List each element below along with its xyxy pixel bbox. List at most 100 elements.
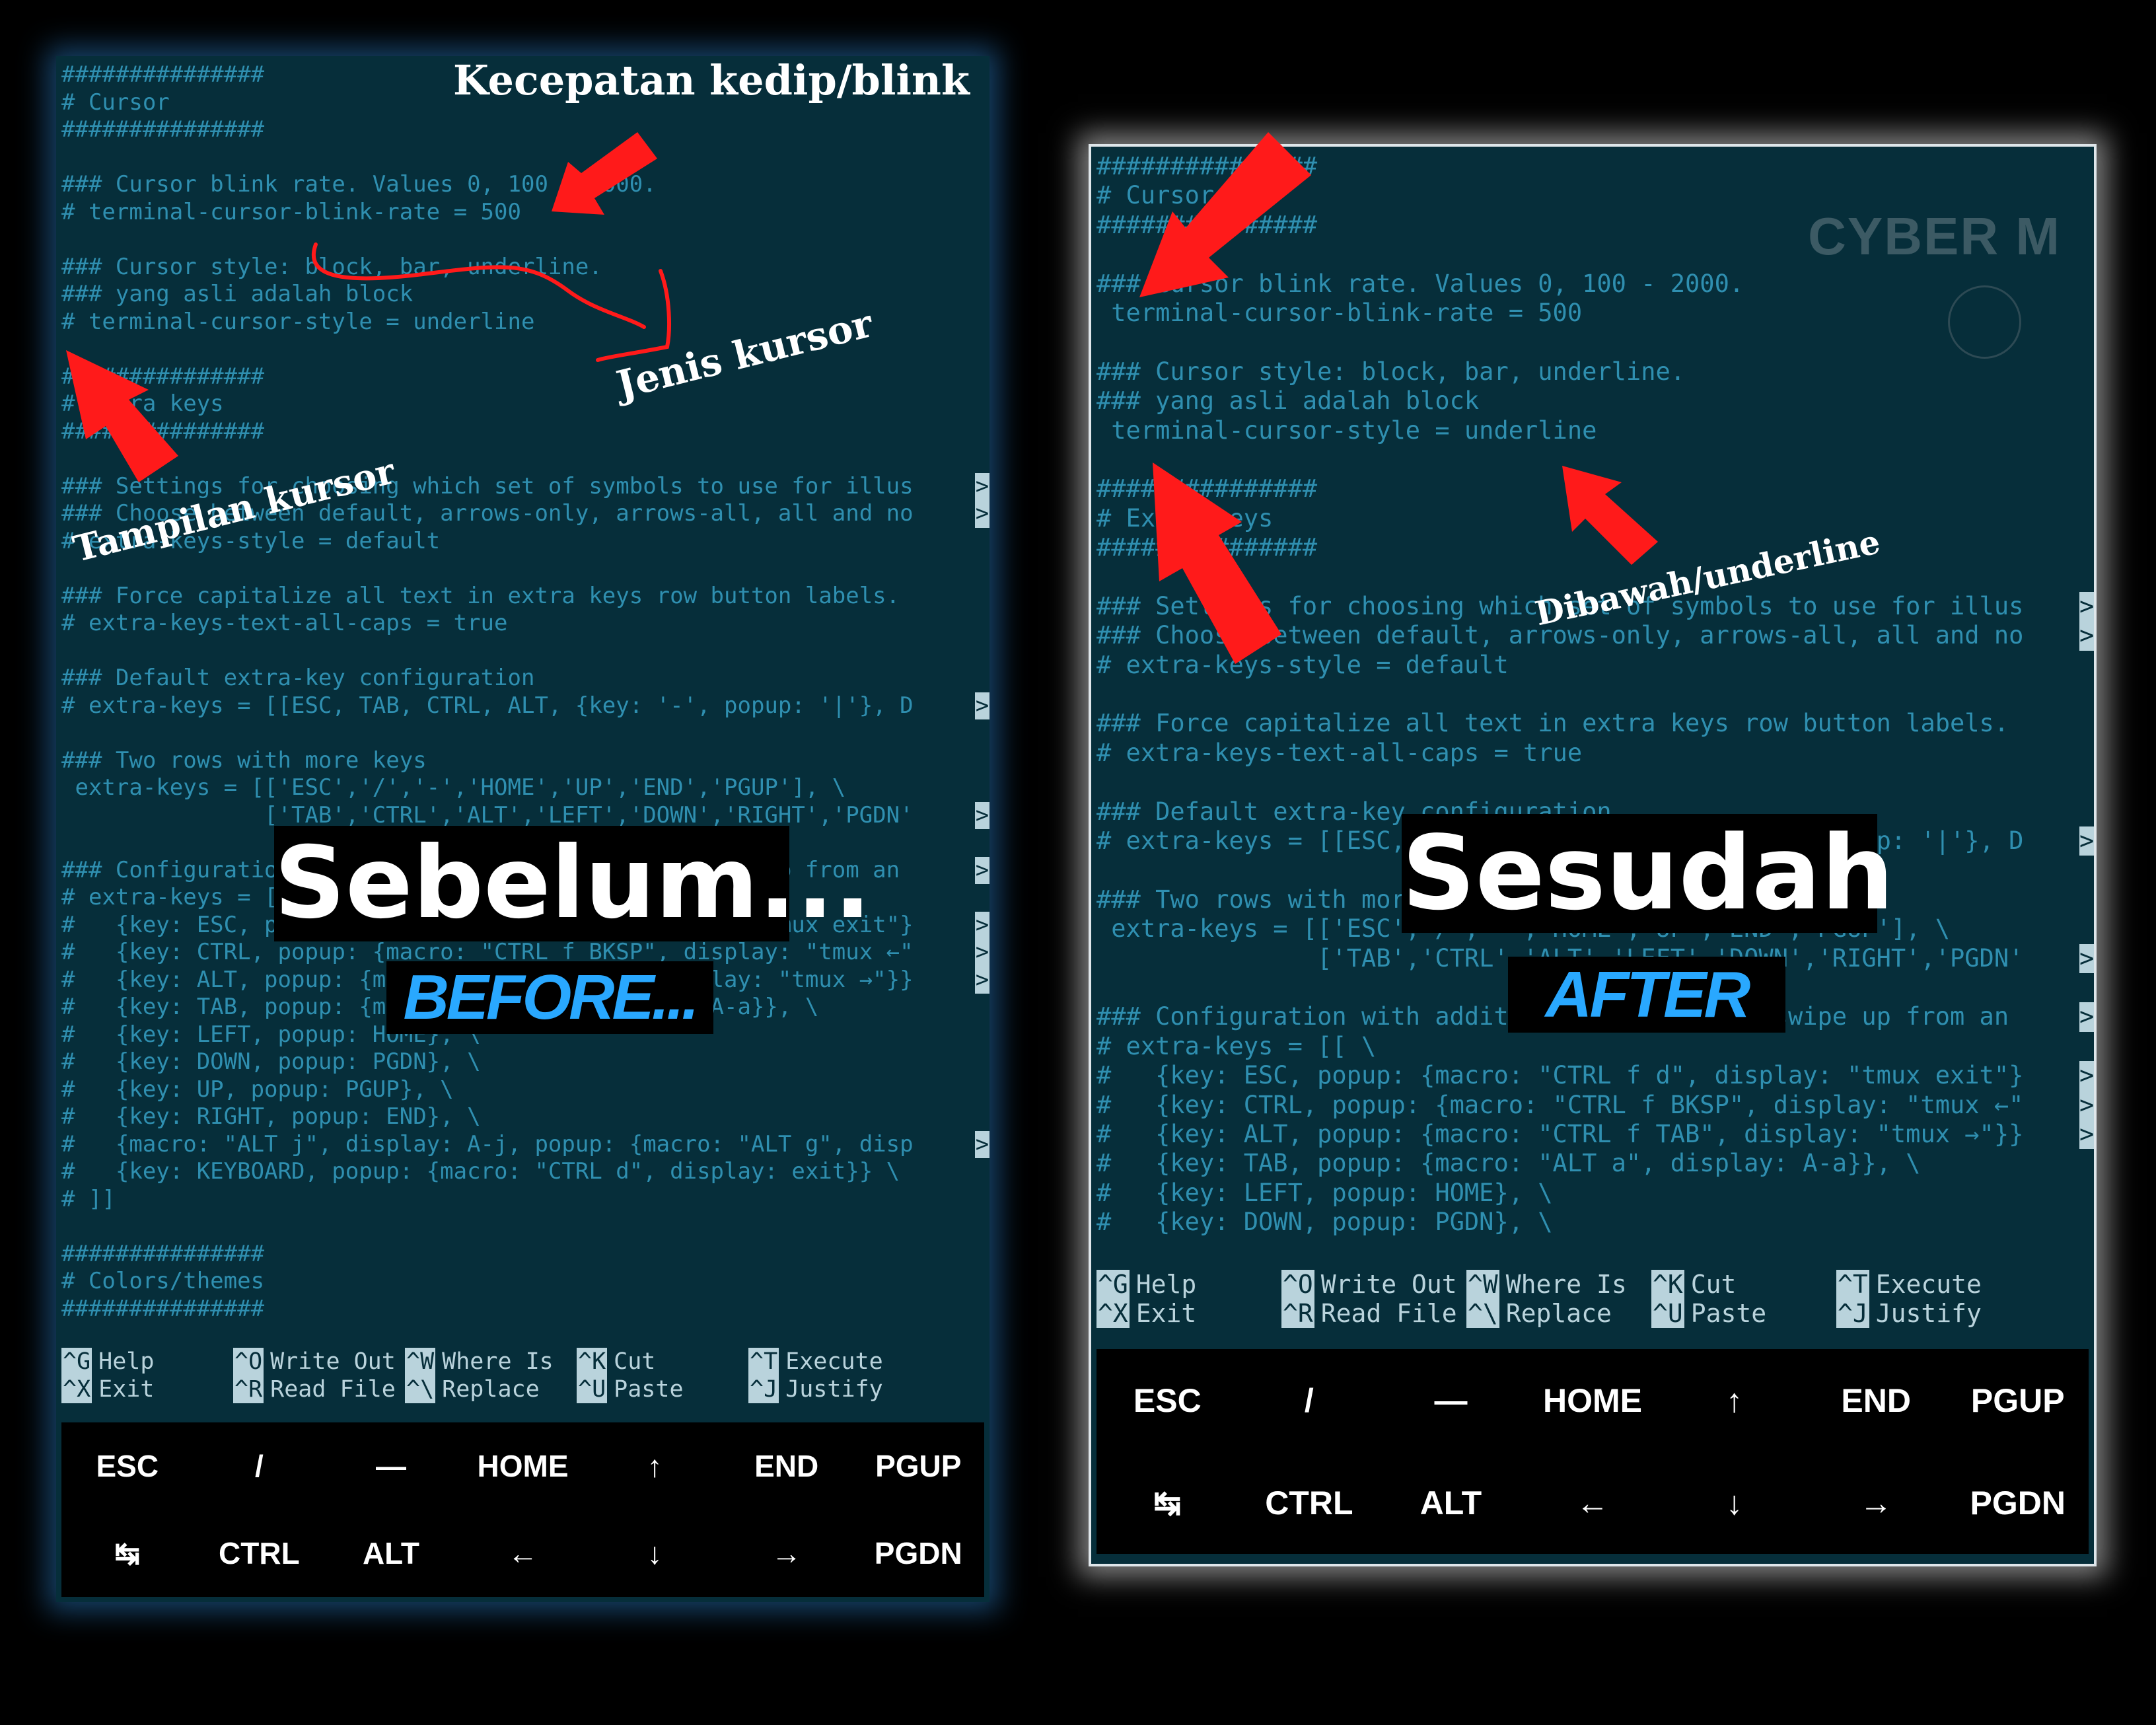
shortcut-label: Execute — [1875, 1270, 1982, 1299]
extra-key-button[interactable]: ↹ — [1096, 1484, 1239, 1522]
code-line: # {key: DOWN, popup: PGDN}, \ — [1096, 1208, 2094, 1237]
line-truncated-marker: > — [975, 801, 989, 829]
line-truncated-marker: > — [975, 692, 989, 719]
before-sublabel: BEFORE... — [386, 961, 713, 1034]
code-line-text: # Extra keys — [1096, 503, 1274, 532]
extra-key-button[interactable]: — — [1380, 1381, 1522, 1420]
code-line-text: ### Cursor style: block, bar, underline. — [61, 253, 602, 280]
extra-key-button[interactable]: PGDN — [1947, 1484, 2089, 1522]
code-line-text: # {key: ALT, popup: {macro: "CTRL f TAB"… — [1096, 1119, 2024, 1148]
extra-key-button[interactable]: PGUP — [1947, 1381, 2089, 1420]
watermark-circle-icon — [1948, 285, 2021, 359]
code-line: terminal-cursor-blink-rate = 500 — [1096, 299, 2094, 328]
nano-shortcut[interactable]: ^U Paste — [577, 1376, 748, 1403]
nano-shortcut[interactable]: ^O Write Out — [1281, 1270, 1466, 1299]
extra-key-button[interactable]: PGDN — [852, 1535, 984, 1571]
nano-shortcut[interactable]: ^X Exit — [61, 1376, 233, 1403]
extra-key-button[interactable]: HOME — [1522, 1381, 1664, 1420]
nano-shortcut[interactable]: ^T Execute — [1836, 1270, 2021, 1299]
nano-shortcut[interactable]: ^G Help — [1096, 1270, 1281, 1299]
nano-shortcut[interactable]: ^J Justify — [748, 1376, 920, 1403]
extra-key-button[interactable]: END — [1805, 1381, 1947, 1420]
extra-key-button[interactable]: ↹ — [61, 1535, 194, 1571]
shortcut-key: ^R — [1281, 1299, 1314, 1328]
code-line: # terminal-cursor-blink-rate = 500 — [61, 199, 989, 227]
extra-key-button[interactable]: ↑ — [1663, 1381, 1805, 1420]
nano-shortcut[interactable]: ^O Write Out — [233, 1348, 405, 1376]
code-line-text: # extra-keys-text-all-caps = true — [61, 610, 508, 636]
extra-key-button[interactable]: ← — [457, 1535, 589, 1571]
nano-shortcut[interactable]: ^R Read File — [1281, 1299, 1466, 1328]
shortcut-label: Where Is — [442, 1348, 554, 1375]
extra-key-button[interactable]: ESC — [61, 1448, 194, 1484]
extra-key-button[interactable]: ↓ — [589, 1535, 721, 1571]
extra-key-button[interactable]: — — [325, 1448, 457, 1484]
nano-shortcut[interactable]: ^W Where Is — [405, 1348, 577, 1376]
code-line-text: # extra-keys-style = default — [1096, 650, 1509, 679]
nano-shortcut[interactable]: ^\ Replace — [1466, 1299, 1651, 1328]
extra-keys-row-2: ↹ CTRL ALT ← ↓ → PGDN — [1096, 1451, 2089, 1554]
nano-shortcut-row: ^X Exit ^R Read File ^\ Replace ^U Paste ^J Justi… — [1096, 1299, 2089, 1328]
extra-keys-row-1: ESC / — HOME ↑ END PGUP — [61, 1422, 984, 1510]
code-line-text: ### Force capitalize all text in extra k… — [1096, 709, 2009, 738]
code-line: ### Two rows with more keys — [61, 747, 989, 775]
code-line: # extra-keys = [[ \ — [1096, 1032, 2094, 1061]
nano-shortcut[interactable]: ^R Read File — [233, 1376, 405, 1403]
nano-shortcut[interactable]: ^K Cut — [1651, 1270, 1836, 1299]
nano-shortcut[interactable]: ^T Execute — [748, 1348, 920, 1376]
code-line: ############### — [61, 363, 989, 391]
nano-shortcut[interactable]: ^K Cut — [577, 1348, 748, 1376]
code-line-text: ### Two rows with more keys — [61, 747, 427, 774]
code-line-text: ############### — [61, 1295, 265, 1322]
extra-key-button[interactable]: PGUP — [852, 1448, 984, 1484]
extra-key-button[interactable]: / — [1239, 1381, 1381, 1420]
code-line-text: extra-keys = [['ESC','/','-','HOME','UP'… — [61, 774, 846, 801]
nano-shortcut[interactable]: ^G Help — [61, 1348, 233, 1376]
extra-key-button[interactable]: → — [721, 1535, 853, 1571]
extra-key-button[interactable]: / — [194, 1448, 326, 1484]
shortcut-key: ^K — [1651, 1270, 1684, 1299]
line-truncated-marker: > — [2079, 1061, 2095, 1091]
code-line-text: terminal-cursor-style = underline — [1096, 416, 1597, 445]
extra-key-button[interactable]: ALT — [325, 1535, 457, 1571]
code-line: ### Default extra-key configuration — [61, 665, 989, 692]
extra-key-button[interactable]: END — [721, 1448, 853, 1484]
nano-shortcut-row: ^X Exit ^R Read File ^\ Replace ^U Paste ^J Justi… — [61, 1376, 984, 1403]
code-line: # extra-keys = [[ESC, TAB, CTRL, ALT, {k… — [61, 692, 989, 719]
code-line: # {key: TAB, popup: {macro: "ALT a", dis… — [1096, 1149, 2094, 1178]
code-line: # {key: ALT, popup: {macro: "CTRL f TAB"… — [1096, 1119, 2094, 1150]
extra-key-button[interactable]: ESC — [1096, 1381, 1239, 1420]
code-line-text: # extra-keys-text-all-caps = true — [1096, 738, 1583, 767]
line-truncated-marker: > — [2079, 1090, 2095, 1120]
nano-shortcut[interactable]: ^\ Replace — [405, 1376, 577, 1403]
watermark-logo: CYBER M — [1808, 207, 2061, 266]
shortcut-key: ^G — [1096, 1270, 1130, 1299]
nano-shortcut[interactable]: ^X Exit — [1096, 1299, 1281, 1328]
extra-key-button[interactable]: ← — [1522, 1484, 1664, 1522]
code-line: # {key: CTRL, popup: {macro: "CTRL f BKS… — [1096, 1090, 2095, 1120]
line-truncated-marker: > — [975, 966, 989, 994]
code-line: ### Cursor style: block, bar, underline. — [1096, 357, 2094, 386]
nano-shortcut[interactable]: ^W Where Is — [1466, 1270, 1651, 1299]
code-line: ### Cursor blink rate. Values 0, 100 - 2… — [1096, 270, 2094, 299]
shortcut-key: ^G — [61, 1348, 92, 1376]
extra-key-button[interactable]: ALT — [1380, 1484, 1522, 1522]
shortcut-key: ^T — [748, 1348, 779, 1376]
code-line-text: ############### — [61, 418, 265, 445]
nano-shortcut[interactable]: ^J Justify — [1836, 1299, 2021, 1328]
code-line: ### Force capitalize all text in extra k… — [1096, 709, 2094, 738]
extra-key-button[interactable]: HOME — [457, 1448, 589, 1484]
extra-key-button[interactable]: ↓ — [1663, 1484, 1805, 1522]
extra-key-button[interactable]: → — [1805, 1484, 1947, 1522]
nano-shortcut[interactable]: ^U Paste — [1651, 1299, 1836, 1328]
code-line-text: # {key: KEYBOARD, popup: {macro: "CTRL d… — [61, 1158, 900, 1185]
extra-key-button[interactable]: CTRL — [194, 1535, 326, 1571]
before-title-label: Sebelum... — [274, 826, 872, 941]
extra-key-button[interactable]: CTRL — [1239, 1484, 1381, 1522]
code-line-text: ### yang asli adalah block — [1096, 386, 1480, 416]
shortcut-label: Help — [98, 1348, 155, 1375]
extra-key-button[interactable]: ↑ — [589, 1448, 721, 1484]
